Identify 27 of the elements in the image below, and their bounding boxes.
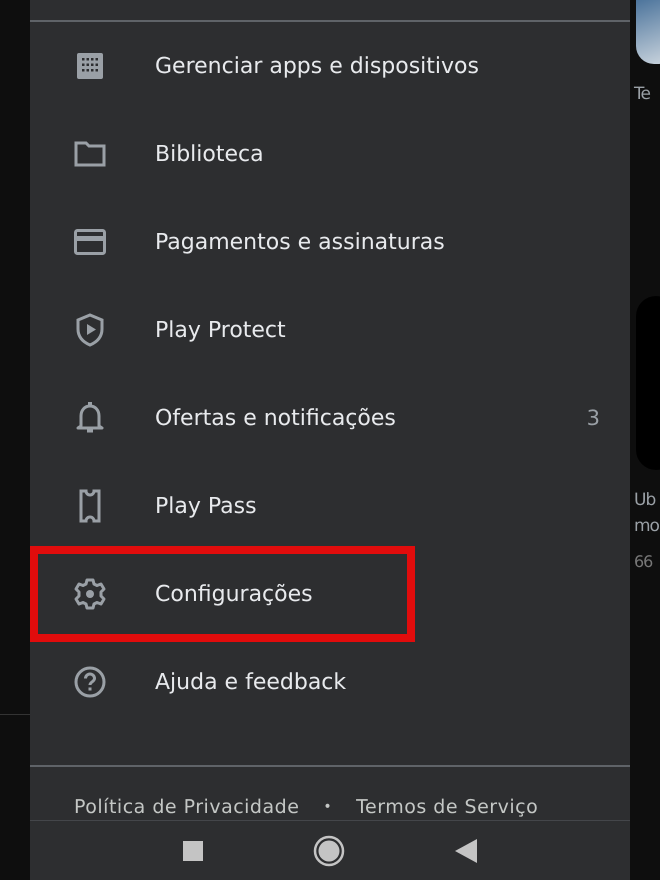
separator-dot: • <box>323 799 332 817</box>
ticket-icon <box>78 489 102 523</box>
terms-link[interactable]: Termos de Serviço <box>356 796 538 818</box>
grid-icon <box>75 51 105 81</box>
menu-item[interactable]: Biblioteca <box>30 110 630 198</box>
shield-icon <box>76 313 104 347</box>
privacy-link[interactable]: Política de Privacidade <box>74 796 300 818</box>
app-name: mo <box>634 516 659 536</box>
settings-icon <box>74 578 106 610</box>
app-rating: 66 <box>634 552 652 571</box>
back-icon[interactable] <box>455 838 477 862</box>
menu-item[interactable]: Pagamentos e assinaturas <box>30 198 630 286</box>
menu-item[interactable]: Ajuda e feedback <box>30 638 630 726</box>
menu-item[interactable]: Gerenciar apps e dispositivos <box>30 22 630 110</box>
menu-item[interactable]: Ofertas e notificações 3 <box>30 374 630 462</box>
menu-item[interactable]: Play Pass <box>30 462 630 550</box>
menu-item[interactable]: Play Protect <box>30 286 630 374</box>
home-icon[interactable] <box>313 834 345 866</box>
help-icon <box>74 666 106 698</box>
app-name: Ub <box>634 490 656 510</box>
recents-icon[interactable] <box>183 840 203 860</box>
app-name: Te <box>634 84 650 104</box>
folder-icon <box>74 141 106 167</box>
bell-icon <box>76 401 104 435</box>
menu-item[interactable]: Configurações <box>30 550 630 638</box>
count-label: 3 <box>586 406 600 430</box>
card-icon <box>74 229 106 255</box>
